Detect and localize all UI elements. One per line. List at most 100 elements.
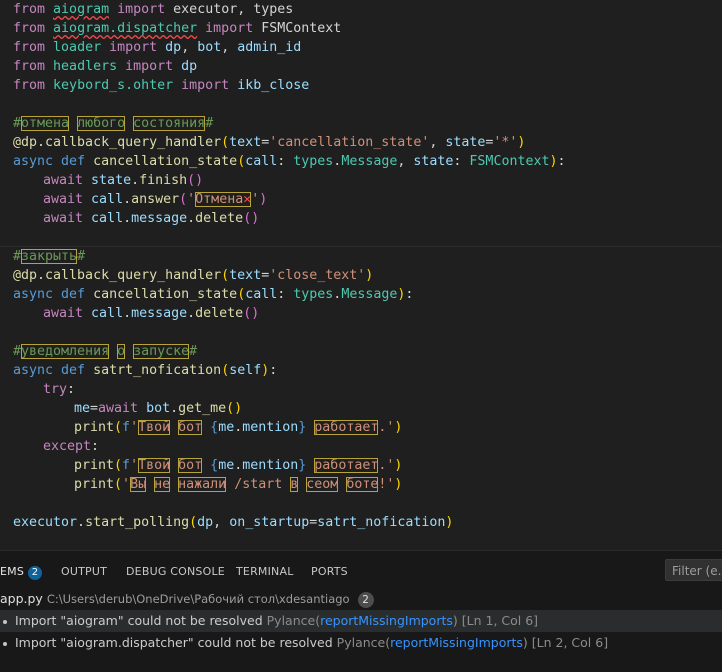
string: .' bbox=[378, 458, 395, 473]
keyword: def bbox=[61, 363, 86, 378]
keyword: from bbox=[13, 40, 46, 55]
code-line-7[interactable]: @dp.callback_query_handler(text='cancell… bbox=[13, 133, 525, 152]
rule-link[interactable]: reportMissingImports bbox=[320, 613, 453, 628]
function-name: cancellation_state bbox=[93, 154, 238, 169]
problem-source: Pylance bbox=[336, 635, 386, 650]
function-name: finish bbox=[139, 173, 188, 188]
code-line-23[interactable]: print('Вы не нажали /start в сеом боте!'… bbox=[74, 475, 402, 494]
string-word: работает bbox=[314, 458, 379, 473]
problem-item[interactable]: Import "aiogram" could not be resolved P… bbox=[0, 610, 722, 632]
string: ' bbox=[130, 420, 139, 435]
code-line-8[interactable]: async def cancellation_state(call: types… bbox=[13, 152, 566, 171]
problems-file-row[interactable]: app.py C:\Users\derub\OneDrive\Рабочий с… bbox=[0, 588, 722, 610]
comment-word: запуске bbox=[133, 344, 190, 359]
code-line-4[interactable]: from headlers import dp bbox=[13, 57, 197, 76]
identifier: dp bbox=[197, 515, 214, 530]
decorator: @dp. bbox=[13, 268, 46, 283]
line-separator bbox=[0, 246, 722, 247]
problem-location: [Ln 2, Col 6] bbox=[531, 635, 609, 650]
param: call bbox=[245, 154, 278, 169]
function-name: delete bbox=[195, 306, 244, 321]
error-dot-icon bbox=[3, 641, 7, 646]
comment-word: состояния bbox=[133, 116, 206, 131]
param: text bbox=[229, 135, 262, 150]
code-comment-2[interactable]: #закрыть# bbox=[13, 247, 85, 266]
code-line-10[interactable]: await call.answer('Отмена✕') bbox=[43, 190, 267, 209]
keyword: import bbox=[109, 40, 158, 55]
identifier: call bbox=[91, 192, 124, 207]
problems-count-badge: 2 bbox=[28, 566, 43, 580]
code-line-5[interactable]: from keybord_s.ohter import ikb_close bbox=[13, 76, 309, 95]
comment-word: о bbox=[117, 344, 126, 359]
code-line-17[interactable]: async def satrt_nofication(self): bbox=[13, 361, 277, 380]
comment-hash: # bbox=[77, 249, 86, 264]
string: ' bbox=[122, 477, 131, 492]
rule-link[interactable]: reportMissingImports bbox=[390, 635, 523, 650]
file-problem-count: 2 bbox=[357, 592, 374, 608]
code-line-25[interactable]: executor.start_polling(dp, on_startup=sa… bbox=[13, 513, 453, 532]
identifier: mention bbox=[242, 458, 299, 473]
param: state bbox=[413, 154, 454, 169]
type: types bbox=[293, 287, 334, 302]
code-line-1[interactable]: from aiogram import executor, types bbox=[13, 0, 293, 19]
code-line-11[interactable]: await call.message.delete() bbox=[43, 209, 259, 228]
code-line-13[interactable]: @dp.callback_query_handler(text='close_t… bbox=[13, 266, 373, 285]
keyword: await bbox=[43, 192, 84, 207]
keyword: await bbox=[43, 211, 84, 226]
error-dot-icon bbox=[3, 619, 7, 624]
string-word: нажали bbox=[178, 477, 227, 492]
code-line-2[interactable]: from aiogram.dispatcher import FSMContex… bbox=[13, 19, 341, 38]
identifier: message bbox=[131, 211, 188, 226]
identifier: me bbox=[218, 420, 235, 435]
tab-problems[interactable]: EMS 2 bbox=[0, 565, 43, 580]
keyword: def bbox=[61, 287, 86, 302]
string-word: Твой bbox=[138, 420, 171, 435]
keyword: await bbox=[43, 173, 84, 188]
file-path: C:\Users\derub\OneDrive\Рабочий стол\xde… bbox=[46, 592, 350, 606]
keyword: from bbox=[13, 21, 46, 36]
param: on_startup bbox=[229, 515, 310, 530]
problem-item[interactable]: Import "aiogram.dispatcher" could not be… bbox=[0, 632, 722, 654]
string-word: работает bbox=[314, 420, 379, 435]
function-name: callback_query_handler bbox=[45, 135, 222, 150]
file-name: app.py bbox=[0, 591, 43, 606]
code-line-9[interactable]: await state.finish() bbox=[43, 171, 203, 190]
string: 'cancellation_state' bbox=[269, 135, 430, 150]
code-line-15[interactable]: await call.message.delete() bbox=[43, 304, 259, 323]
keyword: from bbox=[13, 2, 46, 17]
code-line-3[interactable]: from loader import dp, bot, admin_id bbox=[13, 38, 301, 57]
keyword: import bbox=[181, 78, 230, 93]
function-name: get_me bbox=[178, 401, 227, 416]
code-comment-3[interactable]: #уведомления о запуске# bbox=[13, 342, 197, 361]
function-name: delete bbox=[195, 211, 244, 226]
string-word: боте bbox=[346, 477, 379, 492]
code-line-20[interactable]: print(f'Твой бот {me.mention} работает.'… bbox=[74, 418, 402, 437]
string: 'close_text' bbox=[269, 268, 366, 283]
code-line-19[interactable]: me=await bot.get_me() bbox=[74, 399, 242, 418]
code-line-18[interactable]: try: bbox=[43, 380, 75, 399]
keyword: try bbox=[43, 382, 68, 397]
problem-message: Import "aiogram" could not be resolved bbox=[14, 613, 263, 628]
comment-word: закрыть bbox=[21, 249, 78, 264]
panel-tabs: EMS 2 OUTPUT DEBUG CONSOLE TERMINAL PORTS… bbox=[0, 551, 722, 589]
problems-filter-input[interactable]: Filter (e.g. bbox=[665, 559, 722, 581]
code-line-21[interactable]: except: bbox=[43, 437, 99, 456]
problem-message: Import "aiogram.dispatcher" could not be… bbox=[14, 635, 333, 650]
tab-debug-console[interactable]: DEBUG CONSOLE bbox=[126, 565, 225, 578]
code-comment-1[interactable]: #отмена любого состояния# bbox=[13, 114, 213, 133]
code-editor[interactable]: from aiogram import executor, types from… bbox=[0, 0, 722, 550]
tab-terminal[interactable]: TERMINAL bbox=[236, 565, 294, 578]
comment-hash: # bbox=[13, 116, 22, 131]
string: ' bbox=[130, 458, 139, 473]
tab-ports[interactable]: PORTS bbox=[311, 565, 348, 578]
comment-word: любого bbox=[77, 116, 126, 131]
identifier: ikb_close bbox=[237, 78, 310, 93]
code-line-22[interactable]: print(f'Твой бот {me.mention} работает.'… bbox=[74, 456, 402, 475]
problem-location: [Ln 1, Col 6] bbox=[461, 613, 539, 628]
code-line-14[interactable]: async def cancellation_state(call: types… bbox=[13, 285, 413, 304]
keyword: def bbox=[61, 154, 86, 169]
tab-output[interactable]: OUTPUT bbox=[61, 565, 107, 578]
comment-hash: # bbox=[13, 344, 22, 359]
identifier: call bbox=[91, 211, 124, 226]
module-name: loader bbox=[53, 40, 102, 55]
